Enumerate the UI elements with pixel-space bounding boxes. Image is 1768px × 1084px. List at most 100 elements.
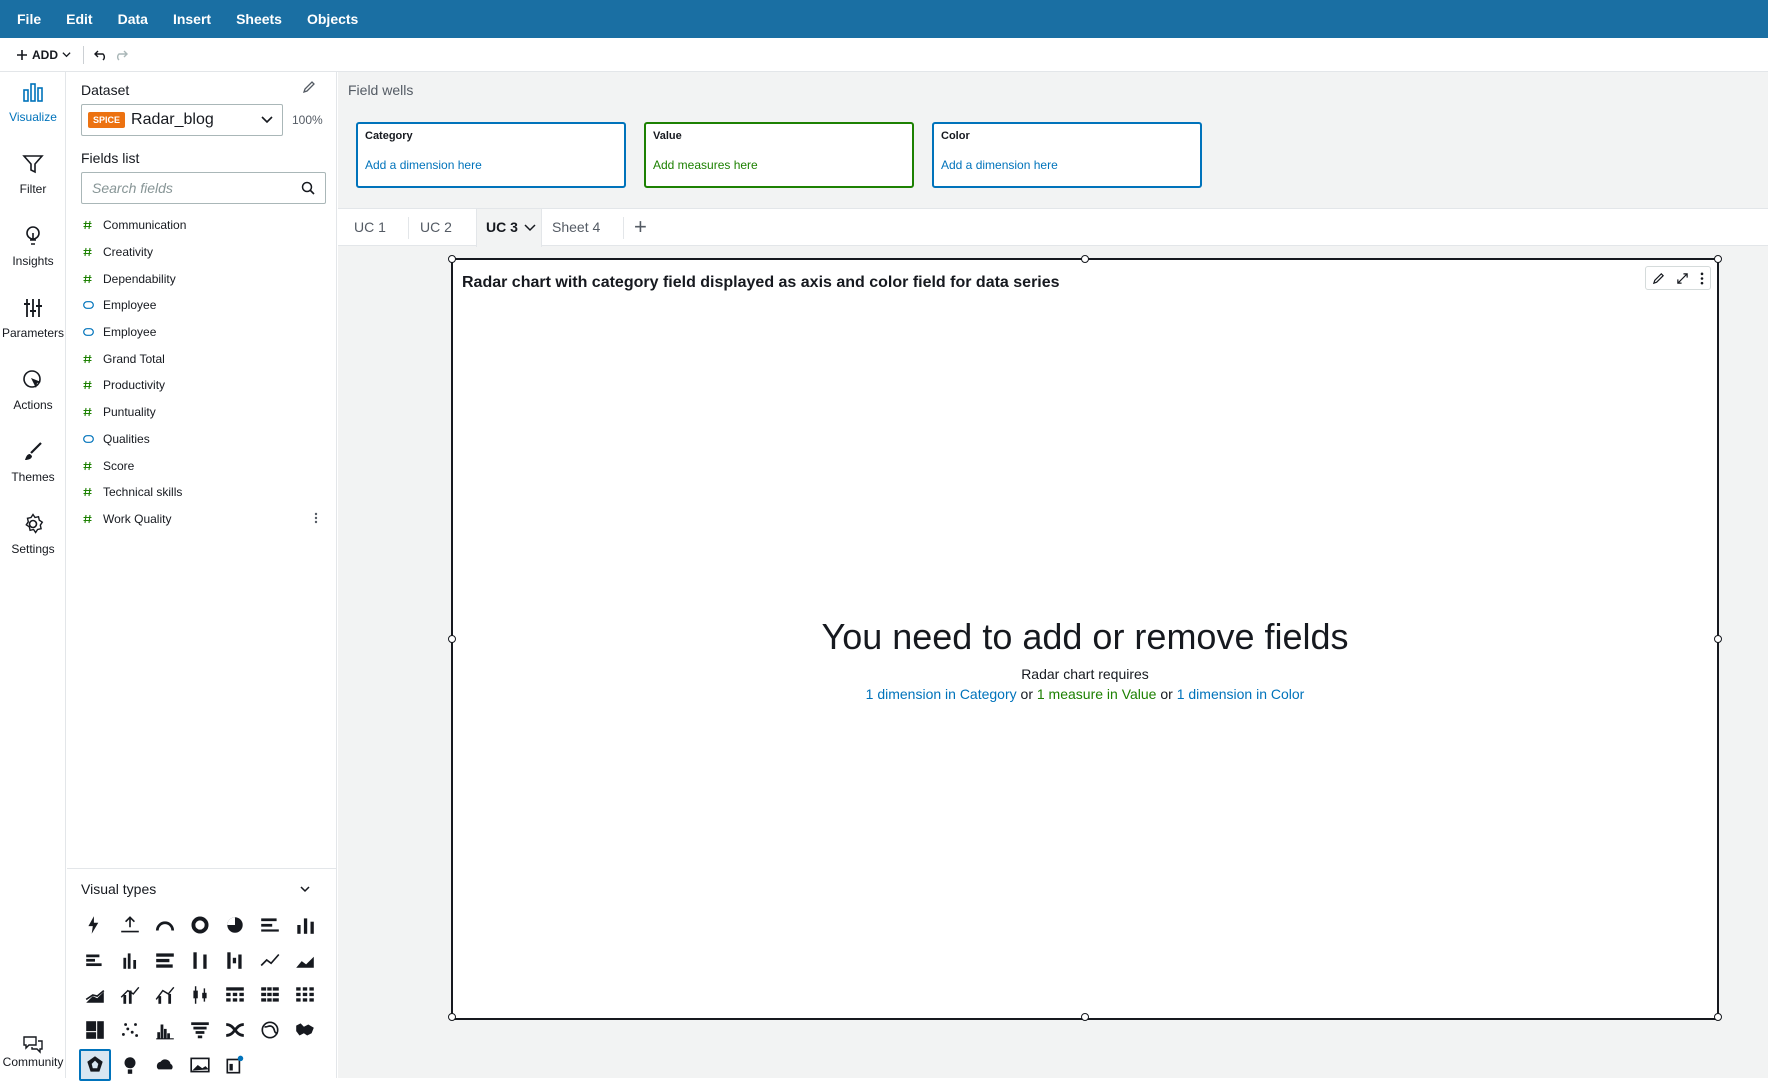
rail-community[interactable]: Community (0, 1035, 66, 1069)
sankey-icon[interactable] (219, 1014, 251, 1046)
field-name: Dependability (103, 271, 176, 286)
rail-visualize[interactable]: Visualize (0, 78, 66, 124)
field-item[interactable]: Grand Total (81, 345, 326, 372)
kpi-trend-icon[interactable] (114, 909, 146, 941)
menu-sheets[interactable]: Sheets (236, 11, 282, 27)
gauge-icon[interactable] (149, 909, 181, 941)
tab-uc2[interactable]: UC 2 (420, 219, 452, 235)
vertical-bar-icon[interactable] (289, 909, 321, 941)
empty-state-message: You need to add or remove fields (821, 616, 1349, 657)
points-map-icon[interactable] (289, 1014, 321, 1046)
expand-icon[interactable] (1676, 272, 1689, 285)
box-plot-icon[interactable] (184, 979, 216, 1011)
dataset-select[interactable]: SPICE Radar_blog (81, 104, 283, 136)
search-input[interactable] (92, 180, 292, 196)
menu-data[interactable]: Data (118, 11, 148, 27)
rail-settings[interactable]: Settings (0, 510, 66, 556)
resize-handle[interactable] (448, 1013, 456, 1021)
field-name: Productivity (103, 378, 166, 393)
line-icon[interactable] (254, 944, 286, 976)
resize-handle[interactable] (1081, 1013, 1089, 1021)
tree-map-icon[interactable] (79, 1014, 111, 1046)
histogram-icon[interactable] (149, 1014, 181, 1046)
combo-line-icon[interactable] (149, 979, 181, 1011)
field-item[interactable]: Creativity (81, 239, 326, 266)
tab-divider (408, 217, 409, 239)
chevron-down-icon (261, 116, 273, 124)
filled-map-icon[interactable] (254, 1014, 286, 1046)
menu-edit[interactable]: Edit (66, 11, 92, 27)
tab-uc3[interactable]: UC 3 (486, 219, 518, 235)
funnel-icon[interactable] (184, 1014, 216, 1046)
clustered-hbar-icon[interactable] (79, 944, 111, 976)
pencil-icon[interactable] (302, 80, 316, 99)
field-item[interactable]: Communication (81, 212, 326, 239)
field-item[interactable]: Score (81, 452, 326, 479)
rail-parameters[interactable]: Parameters (0, 294, 66, 340)
color-well[interactable]: Color Add a dimension here (932, 122, 1202, 188)
table-icon[interactable] (219, 979, 251, 1011)
resize-handle[interactable] (448, 255, 456, 263)
scatter-icon[interactable] (114, 1014, 146, 1046)
requirement-value-link[interactable]: 1 measure in Value (1037, 686, 1157, 702)
field-item[interactable]: Work Quality (81, 506, 326, 533)
tab-sheet4[interactable]: Sheet 4 (552, 219, 600, 235)
more-options-icon[interactable] (1700, 272, 1704, 285)
add-sheet-icon[interactable]: + (634, 216, 647, 238)
stacked-area-icon[interactable] (79, 979, 111, 1011)
combo-icon[interactable] (114, 979, 146, 1011)
stacked-vbar-icon[interactable] (184, 944, 216, 976)
add-button[interactable]: ADD (16, 48, 71, 62)
stacked-hbar-icon[interactable] (149, 944, 181, 976)
tab-uc1[interactable]: UC 1 (354, 219, 386, 235)
pivot-table-icon[interactable] (254, 979, 286, 1011)
field-item[interactable]: Qualities (81, 426, 326, 453)
word-cloud-icon[interactable] (149, 1049, 181, 1081)
waterfall-icon[interactable] (219, 944, 251, 976)
field-more-icon[interactable] (314, 512, 318, 525)
menu-file[interactable]: File (17, 11, 41, 27)
chevron-down-icon[interactable] (524, 223, 536, 233)
horizontal-bar-icon[interactable] (254, 909, 286, 941)
category-well[interactable]: Category Add a dimension here (356, 122, 626, 188)
resize-handle[interactable] (1714, 1013, 1722, 1021)
redo-icon[interactable] (114, 49, 128, 61)
insight-icon[interactable] (114, 1049, 146, 1081)
value-well[interactable]: Value Add measures here (644, 122, 914, 188)
tab-divider (623, 217, 624, 239)
rail-filter[interactable]: Filter (0, 150, 66, 196)
pie-icon[interactable] (219, 909, 251, 941)
heat-map-icon[interactable] (289, 979, 321, 1011)
field-item[interactable]: Employee (81, 292, 326, 319)
custom-visual-icon[interactable] (219, 1049, 251, 1081)
menu-objects[interactable]: Objects (307, 11, 358, 27)
field-item[interactable]: Technical skills (81, 479, 326, 506)
menu-insert[interactable]: Insert (173, 11, 211, 27)
clustered-vbar-icon[interactable] (114, 944, 146, 976)
visual-container[interactable]: Radar chart with category field displaye… (448, 255, 1722, 1021)
field-item[interactable]: Employee (81, 319, 326, 346)
donut-icon[interactable] (184, 909, 216, 941)
requirement-category-link[interactable]: 1 dimension in Category (866, 686, 1017, 702)
requirement-color-link[interactable]: 1 dimension in Color (1177, 686, 1305, 702)
measure-icon (81, 487, 103, 497)
rail-themes[interactable]: Themes (0, 438, 66, 484)
radar-icon[interactable] (79, 1049, 111, 1081)
rail-insights[interactable]: Insights (0, 222, 66, 268)
edit-visual-icon[interactable] (1652, 272, 1665, 285)
area-icon[interactable] (289, 944, 321, 976)
field-item[interactable]: Dependability (81, 265, 326, 292)
kpi-icon[interactable] (79, 909, 111, 941)
search-icon[interactable] (301, 181, 315, 195)
image-icon[interactable] (184, 1049, 216, 1081)
resize-handle[interactable] (1714, 255, 1722, 263)
chevron-down-icon[interactable] (299, 883, 311, 895)
field-name: Work Quality (103, 511, 172, 526)
rail-actions[interactable]: Actions (0, 366, 66, 412)
chevron-down-icon (62, 52, 71, 58)
field-item[interactable]: Productivity (81, 372, 326, 399)
field-item[interactable]: Puntuality (81, 399, 326, 426)
measure-icon (81, 247, 103, 257)
undo-icon[interactable] (94, 49, 108, 61)
resize-handle[interactable] (1081, 255, 1089, 263)
